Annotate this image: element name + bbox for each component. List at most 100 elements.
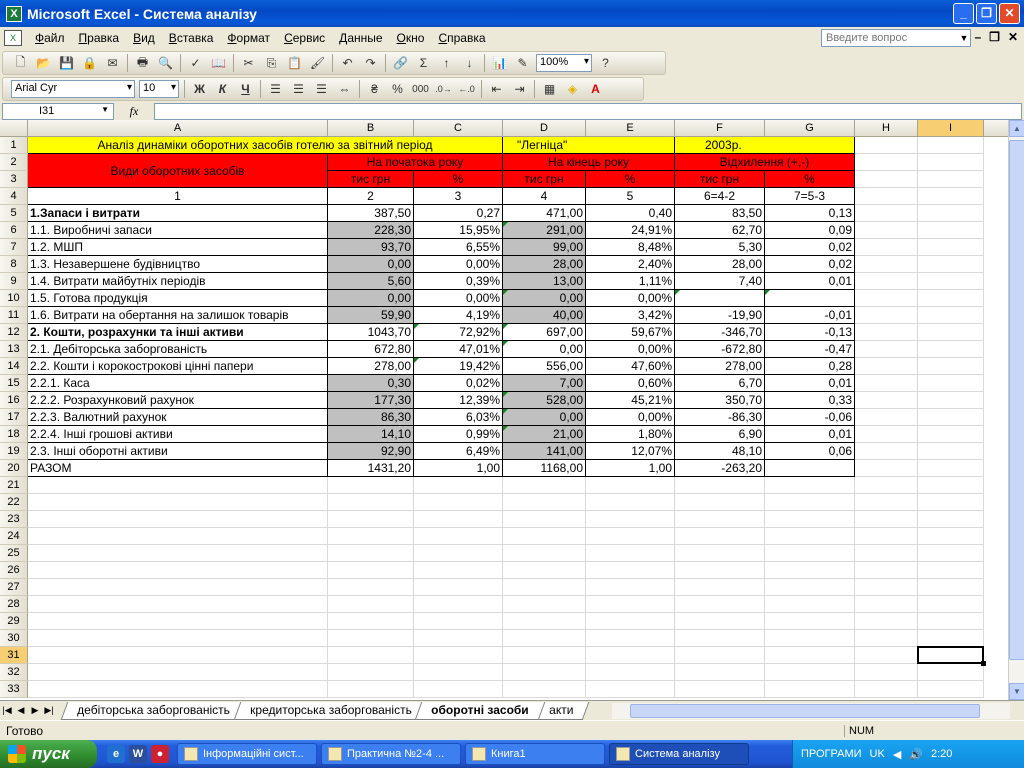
empty-cell[interactable] — [586, 528, 675, 545]
row-header-30[interactable]: 30 — [0, 630, 28, 647]
hotel-name-cell[interactable]: "Легніца" — [503, 137, 675, 154]
row-header-28[interactable]: 28 — [0, 596, 28, 613]
empty-cell[interactable] — [28, 613, 328, 630]
empty-cell[interactable] — [918, 324, 984, 341]
data-cell[interactable]: 5,30 — [675, 239, 765, 256]
data-cell[interactable]: 0,00% — [586, 290, 675, 307]
empty-cell[interactable] — [586, 579, 675, 596]
data-cell[interactable]: 6,90 — [675, 426, 765, 443]
empty-cell[interactable] — [855, 290, 918, 307]
row-header-10[interactable]: 10 — [0, 290, 28, 307]
empty-cell[interactable] — [503, 647, 586, 664]
row-header-25[interactable]: 25 — [0, 545, 28, 562]
empty-cell[interactable] — [328, 681, 414, 698]
empty-cell[interactable] — [414, 562, 503, 579]
data-cell[interactable]: 0,02% — [414, 375, 503, 392]
row-label-cell[interactable]: 1.5. Готова продукція — [28, 290, 328, 307]
empty-cell[interactable] — [503, 664, 586, 681]
empty-cell[interactable] — [918, 494, 984, 511]
empty-cell[interactable] — [855, 647, 918, 664]
sheet-tab-2[interactable]: оборотні засоби — [415, 701, 546, 720]
empty-cell[interactable] — [855, 596, 918, 613]
doc-minimize-button[interactable]: – — [974, 30, 981, 44]
column-header-F[interactable]: F — [675, 120, 765, 137]
empty-cell[interactable] — [414, 630, 503, 647]
next-sheet-icon[interactable]: ▶ — [28, 705, 42, 716]
empty-cell[interactable] — [855, 375, 918, 392]
last-sheet-icon[interactable]: ▶| — [42, 705, 56, 716]
ie-icon[interactable]: e — [107, 745, 125, 763]
font-name-select[interactable]: Arial Cyr — [11, 80, 135, 98]
empty-cell[interactable] — [918, 307, 984, 324]
empty-cell[interactable] — [28, 647, 328, 664]
empty-cell[interactable] — [503, 630, 586, 647]
empty-cell[interactable] — [918, 545, 984, 562]
data-cell[interactable]: 0,02 — [765, 239, 855, 256]
empty-cell[interactable] — [855, 358, 918, 375]
align-center-icon[interactable]: ☰ — [288, 79, 309, 99]
empty-cell[interactable] — [765, 664, 855, 681]
empty-cell[interactable] — [28, 681, 328, 698]
decrease-decimal-icon[interactable]: ←.0 — [456, 79, 477, 99]
column-number-cell[interactable]: 7=5-3 — [765, 188, 855, 205]
data-cell[interactable]: 0,09 — [765, 222, 855, 239]
data-cell[interactable]: 0,00 — [503, 341, 586, 358]
menu-item-1[interactable]: Правка — [72, 31, 127, 45]
data-cell[interactable]: 7,40 — [675, 273, 765, 290]
empty-cell[interactable] — [765, 596, 855, 613]
empty-cell[interactable] — [586, 511, 675, 528]
row-header-19[interactable]: 19 — [0, 443, 28, 460]
title-cell[interactable]: Аналіз динаміки оборотних засобів готелю… — [28, 137, 503, 154]
row-label-cell[interactable]: 1.3. Незавершене будівництво — [28, 256, 328, 273]
print-preview-icon[interactable]: 🔍 — [155, 53, 176, 73]
empty-cell[interactable] — [855, 511, 918, 528]
data-cell[interactable]: 40,00 — [503, 307, 586, 324]
empty-cell[interactable] — [765, 630, 855, 647]
scroll-down-icon[interactable]: ▼ — [1009, 683, 1024, 700]
empty-cell[interactable] — [855, 477, 918, 494]
taskbar-button-1[interactable]: Практична №2-4 ... — [321, 743, 461, 765]
empty-cell[interactable] — [918, 205, 984, 222]
empty-cell[interactable] — [586, 681, 675, 698]
empty-cell[interactable] — [918, 562, 984, 579]
empty-cell[interactable] — [414, 613, 503, 630]
empty-cell[interactable] — [503, 613, 586, 630]
column-number-cell[interactable]: 1 — [28, 188, 328, 205]
data-cell[interactable]: 0,40 — [586, 205, 675, 222]
start-button[interactable]: пуск — [0, 740, 97, 768]
menu-item-6[interactable]: Данные — [332, 31, 389, 45]
data-cell[interactable]: 350,70 — [675, 392, 765, 409]
data-cell[interactable]: 59,90 — [328, 307, 414, 324]
unit-percent-cell[interactable]: % — [586, 171, 675, 188]
empty-cell[interactable] — [918, 528, 984, 545]
data-cell[interactable]: 528,00 — [503, 392, 586, 409]
tray-speaker-icon[interactable]: 🔊 — [909, 748, 923, 761]
row-label-cell[interactable]: 1.6. Витрати на обертання на залишок тов… — [28, 307, 328, 324]
sort-asc-icon[interactable]: ↑ — [436, 53, 457, 73]
empty-cell[interactable] — [675, 528, 765, 545]
row-header-6[interactable]: 6 — [0, 222, 28, 239]
empty-cell[interactable] — [414, 545, 503, 562]
empty-cell[interactable] — [28, 562, 328, 579]
data-cell[interactable]: 278,00 — [675, 358, 765, 375]
empty-cell[interactable] — [328, 511, 414, 528]
data-cell[interactable]: 1,80% — [586, 426, 675, 443]
row-header-20[interactable]: 20 — [0, 460, 28, 477]
data-cell[interactable]: 15,95% — [414, 222, 503, 239]
empty-cell[interactable] — [503, 494, 586, 511]
empty-cell[interactable] — [765, 613, 855, 630]
empty-cell[interactable] — [855, 239, 918, 256]
empty-cell[interactable] — [586, 630, 675, 647]
empty-cell[interactable] — [918, 188, 984, 205]
empty-cell[interactable] — [28, 477, 328, 494]
empty-cell[interactable] — [586, 647, 675, 664]
empty-cell[interactable] — [918, 460, 984, 477]
empty-cell[interactable] — [855, 324, 918, 341]
row-label-cell[interactable]: 1.2. МШП — [28, 239, 328, 256]
data-cell[interactable]: 12,39% — [414, 392, 503, 409]
close-button[interactable]: ✕ — [999, 3, 1020, 24]
empty-cell[interactable] — [918, 477, 984, 494]
empty-cell[interactable] — [328, 528, 414, 545]
empty-cell[interactable] — [503, 681, 586, 698]
row-label-cell[interactable]: 1.1. Виробничі запаси — [28, 222, 328, 239]
